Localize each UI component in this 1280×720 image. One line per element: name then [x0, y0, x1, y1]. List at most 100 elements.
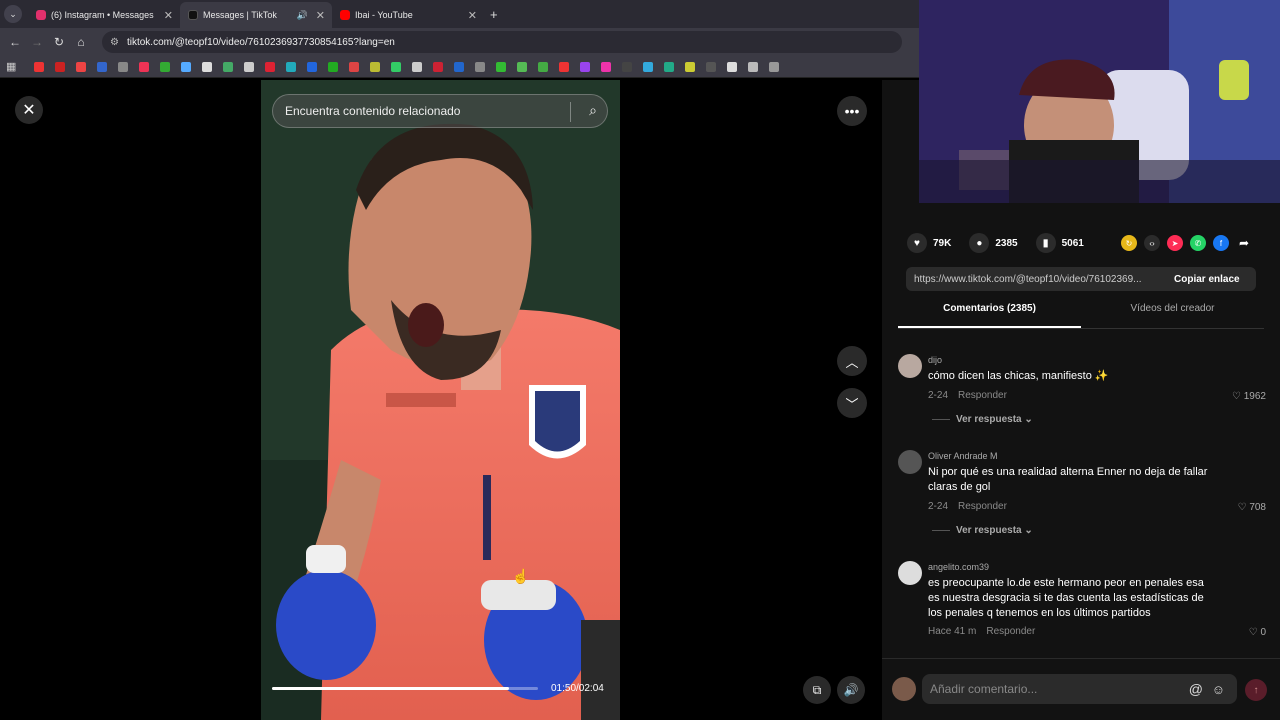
reply-button[interactable]: Responder [986, 626, 1035, 637]
bookmark-icon[interactable] [328, 61, 339, 72]
tab-comments[interactable]: Comentarios (2385) [898, 303, 1081, 328]
comment-button[interactable]: ● 2385 [969, 233, 1018, 253]
close-icon[interactable]: ✕ [164, 9, 173, 22]
view-replies-button[interactable]: Ver respuesta ⌄ [932, 414, 1033, 425]
bookmark-icon[interactable] [307, 61, 318, 72]
comment-input[interactable]: Añadir comentario... @ ☺ [922, 674, 1237, 704]
bookmark-icon[interactable] [160, 61, 171, 72]
bookmark-icon[interactable] [580, 61, 591, 72]
like-button[interactable]: ♥ 79K [907, 233, 951, 253]
tab-creator-videos[interactable]: Vídeos del creador [1081, 303, 1264, 328]
bookmark-icon[interactable] [475, 61, 486, 72]
close-video-button[interactable]: ✕ [15, 96, 43, 124]
tab-tiktok[interactable]: Messages | TikTok 🔊 ✕ [180, 2, 332, 28]
video-search-bar[interactable]: Encuentra contenido relacionado ⌕ [272, 94, 608, 128]
share-row: ↻ ‹› ➤ ✆ f ➦ [1121, 235, 1259, 251]
speaker-icon[interactable]: 🔊 [297, 10, 308, 21]
bookmark-icon[interactable] [601, 61, 612, 72]
bookmark-icon[interactable] [265, 61, 276, 72]
next-video-button[interactable]: ﹀ [837, 388, 867, 418]
bookmark-icon[interactable] [664, 61, 675, 72]
video-player[interactable]: Encuentra contenido relacionado ⌕ 01:50/… [261, 80, 620, 720]
bookmark-icon[interactable] [496, 61, 507, 72]
tab-list-button[interactable]: ⌄ [4, 5, 22, 23]
bookmark-icon[interactable] [139, 61, 150, 72]
bookmark-icon[interactable] [202, 61, 213, 72]
avatar[interactable] [898, 450, 922, 474]
share-arrow-icon[interactable]: ➦ [1236, 235, 1252, 251]
new-tab-button[interactable]: + [490, 7, 498, 22]
home-icon[interactable]: ⌂ [70, 35, 92, 49]
copy-link-button[interactable]: Copiar enlace [1168, 274, 1240, 285]
comment-like[interactable]: ♡ 1962 [1232, 391, 1266, 402]
avatar[interactable] [898, 561, 922, 585]
comment-username[interactable]: Oliver Andrade M [928, 451, 998, 461]
tab-instagram[interactable]: (6) Instagram • Messages ✕ [28, 2, 180, 28]
save-count: 5061 [1061, 237, 1084, 249]
bookmark-icon[interactable] [538, 61, 549, 72]
apps-grid-icon[interactable]: ▦ [6, 60, 16, 73]
bookmark-icon[interactable] [97, 61, 108, 72]
site-info-icon[interactable]: ⚙ [110, 37, 119, 48]
bookmark-icon[interactable] [643, 61, 654, 72]
mention-icon[interactable]: @ [1189, 681, 1203, 697]
share-link-url[interactable]: https://www.tiktok.com/@teopf10/video/76… [906, 274, 1168, 285]
video-progress-bar[interactable] [272, 687, 538, 690]
search-divider [570, 102, 571, 122]
bookmark-icon[interactable] [454, 61, 465, 72]
facebook-icon[interactable]: f [1213, 235, 1229, 251]
bookmark-icon[interactable] [517, 61, 528, 72]
save-button[interactable]: ▮ 5061 [1035, 233, 1084, 253]
bookmark-icon[interactable] [55, 61, 66, 72]
comment-date: 2-24 [928, 501, 949, 512]
close-icon[interactable]: ✕ [316, 9, 325, 22]
embed-code-icon[interactable]: ‹› [1144, 235, 1160, 251]
bookmark-icon[interactable] [76, 61, 87, 72]
bookmark-icon[interactable] [769, 61, 780, 72]
emoji-icon[interactable]: ☺ [1212, 682, 1225, 697]
comment-icon: ● [969, 233, 990, 253]
more-options-button[interactable]: ••• [837, 96, 867, 126]
bookmark-icon[interactable] [370, 61, 381, 72]
previous-video-button[interactable]: ︿ [837, 346, 867, 376]
send-icon[interactable]: ➤ [1167, 235, 1183, 251]
bookmark-icon[interactable] [286, 61, 297, 72]
bookmark-icon[interactable] [34, 61, 45, 72]
comment-username[interactable]: angelito.com39 [928, 562, 989, 572]
forward-icon[interactable]: → [26, 35, 48, 49]
reply-button[interactable]: Responder [958, 390, 1007, 401]
comment-like[interactable]: ♡ 0 [1249, 627, 1266, 638]
bookmark-icon[interactable] [559, 61, 570, 72]
video-progress-fill [272, 687, 509, 690]
close-icon[interactable]: ✕ [468, 9, 477, 22]
reply-button[interactable]: Responder [958, 501, 1007, 512]
volume-icon[interactable]: 🔊 [837, 676, 865, 704]
comment-username[interactable]: dijo [928, 355, 942, 365]
comment-like[interactable]: ♡ 708 [1238, 502, 1266, 513]
reload-icon[interactable]: ↻ [48, 35, 70, 49]
search-icon[interactable]: ⌕ [589, 102, 597, 119]
bookmark-icon[interactable] [706, 61, 717, 72]
bookmark-icon[interactable] [181, 61, 192, 72]
bookmark-icon[interactable] [727, 61, 738, 72]
repost-icon[interactable]: ↻ [1121, 235, 1137, 251]
back-icon[interactable]: ← [4, 35, 26, 49]
bookmark-icon[interactable] [349, 61, 360, 72]
comment-text: Ni por qué es una realidad alterna Enner… [928, 466, 1208, 493]
bookmark-icon[interactable] [622, 61, 633, 72]
avatar[interactable] [898, 354, 922, 378]
bookmark-icon[interactable] [748, 61, 759, 72]
floating-player-icon[interactable]: ⧉ [803, 676, 831, 704]
bookmark-icon[interactable] [223, 61, 234, 72]
view-replies-button[interactable]: Ver respuesta ⌄ [932, 525, 1033, 536]
address-bar[interactable]: ⚙ tiktok.com/@teopf10/video/761023693773… [102, 31, 902, 53]
bookmark-icon[interactable] [118, 61, 129, 72]
tab-youtube[interactable]: Ibai - YouTube ✕ [332, 2, 484, 28]
bookmark-icon[interactable] [391, 61, 402, 72]
bookmark-icon[interactable] [244, 61, 255, 72]
post-comment-button[interactable]: ↑ [1245, 679, 1267, 701]
bookmark-icon[interactable] [433, 61, 444, 72]
bookmark-icon[interactable] [685, 61, 696, 72]
bookmark-icon[interactable] [412, 61, 423, 72]
whatsapp-icon[interactable]: ✆ [1190, 235, 1206, 251]
